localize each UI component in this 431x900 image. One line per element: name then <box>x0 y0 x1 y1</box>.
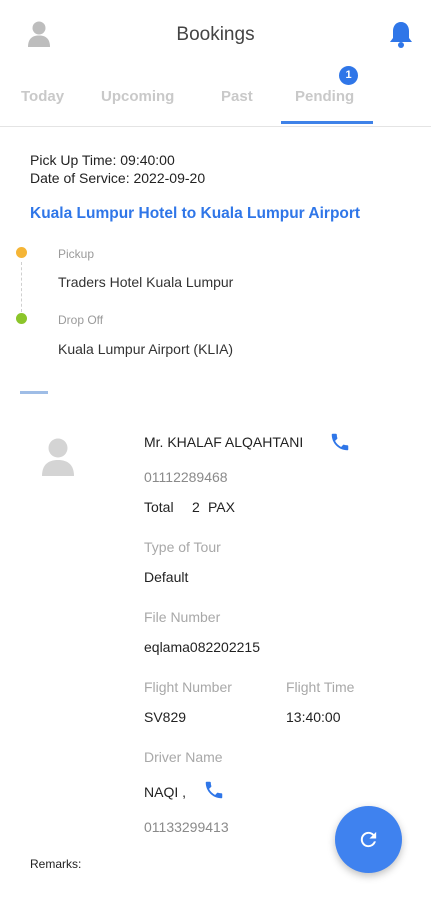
driver-name-label: Driver Name <box>144 749 223 765</box>
pickup-place: Traders Hotel Kuala Lumpur <box>58 274 234 290</box>
file-number-value: eqlama082202215 <box>144 639 260 655</box>
driver-phone[interactable]: 01133299413 <box>144 819 229 835</box>
remarks-label: Remarks: <box>30 857 82 871</box>
tour-type-label: Type of Tour <box>144 539 221 555</box>
pax-count: 2 <box>192 499 200 515</box>
notification-bell-icon[interactable] <box>388 20 414 48</box>
booking-tabs: Today Upcoming Past Pending 1 <box>0 66 431 127</box>
route-title: Kuala Lumpur Hotel to Kuala Lumpur Airpo… <box>30 205 361 222</box>
driver-name-value: NAQI , <box>144 784 187 800</box>
pending-count-badge: 1 <box>339 66 358 85</box>
active-tab-indicator <box>281 121 373 124</box>
pickup-time: Pick Up Time: 09:40:00 <box>30 152 175 168</box>
refresh-button[interactable] <box>335 806 402 873</box>
dropoff-place: Kuala Lumpur Airport (KLIA) <box>58 341 234 357</box>
timeline-connector <box>21 262 22 312</box>
call-passenger-phone-icon[interactable] <box>329 431 351 453</box>
tab-today[interactable]: Today <box>21 88 64 105</box>
flight-number-value: SV829 <box>144 709 187 725</box>
refresh-icon <box>360 831 377 848</box>
service-date: Date of Service: 2022-09-20 <box>30 170 206 186</box>
app-header: Bookings <box>0 0 431 70</box>
passenger-avatar-icon <box>42 438 74 476</box>
section-divider <box>20 391 48 394</box>
flight-time-label: Flight Time <box>286 679 355 695</box>
total-label: Total <box>144 499 174 515</box>
call-driver-phone-icon[interactable] <box>203 779 225 801</box>
dropoff-dot-icon <box>16 313 27 324</box>
flight-number-label: Flight Number <box>144 679 232 695</box>
page-title: Bookings <box>176 24 255 45</box>
dropoff-label: Drop Off <box>58 313 104 327</box>
pickup-dot-icon <box>16 247 27 258</box>
pax-unit: PAX <box>208 499 235 515</box>
tab-upcoming[interactable]: Upcoming <box>101 88 174 105</box>
pickup-label: Pickup <box>58 247 95 261</box>
passenger-phone[interactable]: 01112289468 <box>144 469 228 485</box>
flight-time-value: 13:40:00 <box>286 709 341 725</box>
passenger-name: Mr. KHALAF ALQAHTANI <box>144 434 304 450</box>
file-number-label: File Number <box>144 609 221 625</box>
tab-pending[interactable]: Pending <box>295 88 354 105</box>
tour-type-value: Default <box>144 569 189 585</box>
tab-past[interactable]: Past <box>221 88 253 105</box>
